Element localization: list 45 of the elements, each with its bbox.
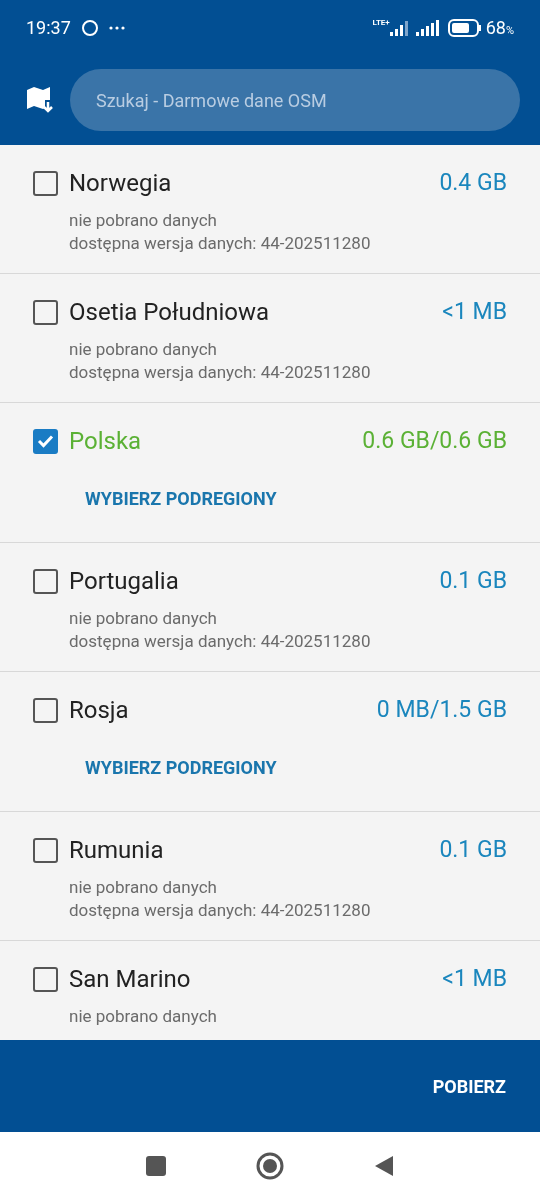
region-detail: dostępna wersja danych: 44-202511280 <box>69 232 372 255</box>
map-download-icon[interactable] <box>26 86 56 114</box>
region-detail: dostępna wersja danych: 44-202511280 <box>69 899 372 922</box>
download-button[interactable]: POBIERZ <box>432 1072 506 1100</box>
checkbox[interactable] <box>33 299 58 325</box>
check-icon <box>37 434 54 448</box>
checkbox[interactable] <box>33 966 58 992</box>
subregions-button[interactable]: WYBIERZ PODREGIONY <box>85 485 277 512</box>
region-size: 0 MB/1.5 GB <box>376 694 507 725</box>
search-field[interactable]: Szukaj - Darmowe dane OSM <box>70 69 520 131</box>
region-detail: nie pobrano danych <box>69 338 218 361</box>
region-detail: dostępna wersja danych: 44-202511280 <box>69 630 372 653</box>
region-name: Rosja <box>69 695 129 726</box>
region-detail: dostępna wersja danych: 44-202511280 <box>69 361 372 384</box>
checkbox[interactable] <box>33 170 58 196</box>
checkbox[interactable] <box>33 837 58 863</box>
region-name: Polska <box>69 426 142 457</box>
region-size: 0.4 GB <box>439 167 507 198</box>
subregions-button[interactable]: WYBIERZ PODREGIONY <box>85 754 277 781</box>
region-name: Osetia Południowa <box>69 297 270 328</box>
region-detail: nie pobrano danych <box>69 209 218 232</box>
region-size: <1 MB <box>442 963 507 994</box>
region-detail: nie pobrano danych <box>69 876 218 899</box>
status-time: 19:37 <box>26 16 71 40</box>
region-size: <1 MB <box>442 296 507 327</box>
region-name: Portugalia <box>69 566 179 597</box>
region-size: 0.1 GB <box>439 565 507 596</box>
network-label: LTE+ <box>372 18 390 27</box>
region-size: 0.6 GB/0.6 GB <box>362 425 507 456</box>
battery-level: 68% <box>485 16 514 40</box>
region-name: Norwegia <box>69 168 172 199</box>
signal-icon <box>415 19 440 36</box>
region-name: San Marino <box>69 964 191 995</box>
checkbox[interactable] <box>33 697 58 723</box>
region-name: Rumunia <box>69 835 164 866</box>
home-button[interactable] <box>256 1152 284 1180</box>
region-detail: nie pobrano danych <box>69 1005 218 1028</box>
region-detail: nie pobrano danych <box>69 607 218 630</box>
more-icon <box>108 25 125 30</box>
signal-icon <box>389 19 408 36</box>
battery-icon <box>447 18 482 37</box>
checkbox[interactable] <box>33 428 58 454</box>
region-size: 0.1 GB <box>439 834 507 865</box>
checkbox[interactable] <box>33 568 58 594</box>
back-button[interactable] <box>374 1155 394 1177</box>
